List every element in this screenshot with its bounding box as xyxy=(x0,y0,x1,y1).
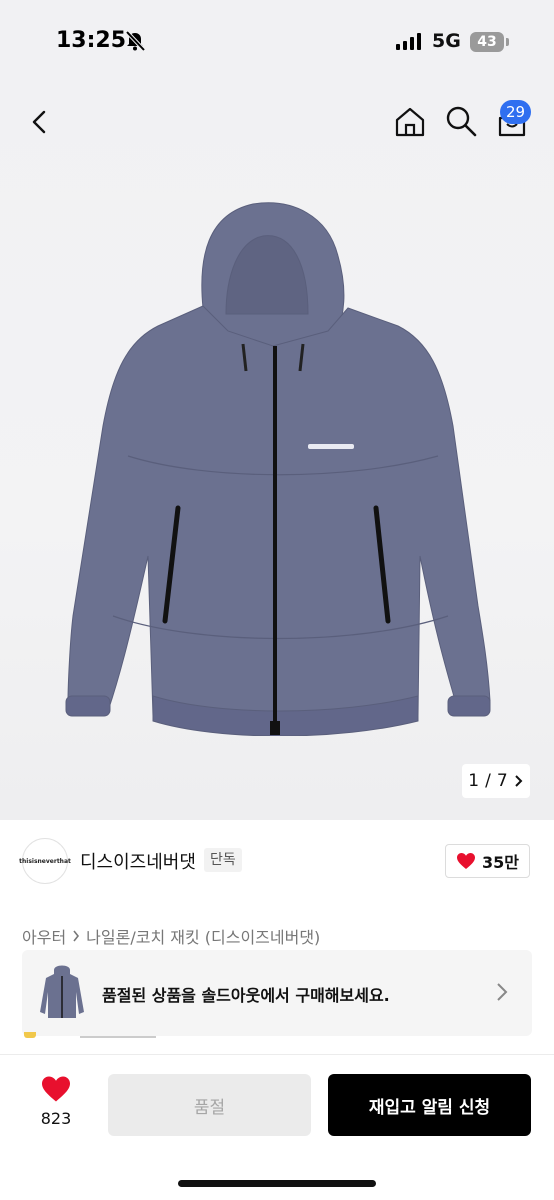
product-gallery[interactable]: 29 1 / 7 xyxy=(0,84,554,820)
breadcrumb-subcategory[interactable]: 나일론/코치 재킷 (디스이즈네버댓) xyxy=(86,924,320,948)
restock-alert-button[interactable]: 재입고 알림 신청 xyxy=(328,1074,531,1136)
gallery-separator: / xyxy=(485,771,491,791)
battery-level: 43 xyxy=(477,34,497,50)
soldout-promo-banner[interactable]: 품절된 상품을 솔드아웃에서 구매해보세요. xyxy=(22,950,532,1036)
peek-divider xyxy=(80,1036,156,1038)
brand-logo-text: thisisneverthat xyxy=(19,857,71,865)
battery-icon: 43 xyxy=(470,32,504,52)
exclusive-badge: 단독 xyxy=(204,848,242,872)
like-button[interactable]: 35만 xyxy=(445,844,530,878)
signal-icon xyxy=(396,32,421,50)
soldout-button[interactable]: 품절 xyxy=(108,1074,311,1136)
breadcrumb: 아우터 나일론/코치 재킷 (디스이즈네버댓) xyxy=(22,924,320,948)
status-bar: 13:25 5G 43 xyxy=(0,0,554,84)
heart-icon xyxy=(42,1076,70,1102)
bottom-action-bar: 823 품절 재입고 알림 신청 xyxy=(0,1054,554,1200)
peek-star-icon xyxy=(24,1032,36,1038)
bell-muted-icon xyxy=(125,30,146,52)
home-icon[interactable] xyxy=(392,104,428,140)
network-type: 5G xyxy=(432,30,461,52)
product-thumbnail xyxy=(40,965,84,1018)
wishlist-button[interactable] xyxy=(36,1075,76,1107)
heart-icon xyxy=(457,853,475,869)
chevron-right-icon xyxy=(73,930,80,942)
breadcrumb-category[interactable]: 아우터 xyxy=(22,924,66,948)
gallery-current-page: 1 xyxy=(468,771,480,791)
chevron-right-icon xyxy=(514,775,523,787)
gallery-page-indicator[interactable]: 1 / 7 xyxy=(462,764,530,798)
product-image[interactable] xyxy=(58,196,496,736)
like-count: 35만 xyxy=(482,853,519,872)
cart-count-badge: 29 xyxy=(500,100,532,124)
brand-row[interactable]: thisisneverthat 디스이즈네버댓 단독 35만 xyxy=(19,838,532,884)
gallery-total-pages: 7 xyxy=(496,771,508,791)
soldout-banner-text: 품절된 상품을 솔드아웃에서 구매해보세요. xyxy=(102,986,390,1005)
brand-logo[interactable]: thisisneverthat xyxy=(19,838,71,884)
battery-cap xyxy=(506,38,509,46)
wishlist-count: 823 xyxy=(40,1109,72,1128)
brand-name[interactable]: 디스이즈네버댓 xyxy=(80,848,196,874)
chevron-right-icon xyxy=(497,983,508,1001)
status-time: 13:25 xyxy=(56,28,127,53)
back-arrow-icon[interactable] xyxy=(24,106,56,138)
home-indicator xyxy=(178,1180,376,1187)
search-icon[interactable] xyxy=(444,104,478,138)
